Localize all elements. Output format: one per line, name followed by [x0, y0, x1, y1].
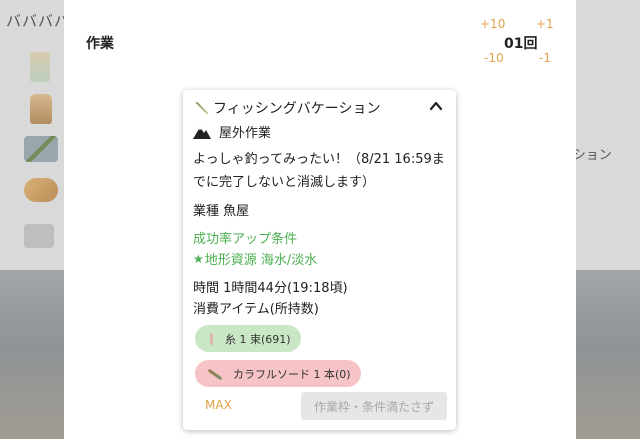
consume-item-label: 糸 1 束(691) — [225, 332, 291, 346]
consume-items-title: 消費アイテム(所持数) — [193, 302, 319, 317]
jar-icon — [30, 52, 50, 82]
dice-icon — [24, 224, 54, 248]
job-time: 時間 1時間44分(19:18頃) — [193, 281, 348, 296]
consume-item-label: カラフルソード 1 本(0) — [233, 367, 351, 381]
max-button[interactable]: MAX — [205, 398, 232, 412]
job-description: よっしゃ釣ってみったい！（8/21 16:59までに完了しないと消滅します） — [193, 152, 445, 190]
chevron-up-icon[interactable] — [428, 98, 444, 114]
success-condition-text: 地形資源 海水/淡水 — [204, 253, 318, 268]
thread-icon — [207, 332, 215, 346]
bottle-icon — [30, 94, 52, 124]
star-icon: ★ — [193, 251, 204, 266]
fishing-rod-icon — [193, 100, 209, 116]
job-title-row: フィッシングバケーション — [193, 98, 380, 118]
start-work-button[interactable]: 作業枠・条件満たさず — [301, 392, 447, 420]
decrement-10-button[interactable]: -10 — [484, 51, 504, 65]
repeat-count: 01回 — [504, 36, 538, 52]
colorful-sword-icon — [207, 367, 223, 381]
mountain-icon — [193, 126, 211, 139]
increment-1-button[interactable]: +1 — [536, 17, 554, 31]
background-title: ババババ — [6, 12, 71, 30]
bread-icon — [24, 178, 58, 202]
success-condition-title: 成功率アップ条件 — [193, 232, 298, 247]
job-card: フィッシングバケーション 屋外作業 よっしゃ釣ってみったい！（8/21 16:5… — [183, 90, 456, 430]
consume-item-chip: カラフルソード 1 本(0) — [195, 360, 361, 387]
decrement-1-button[interactable]: -1 — [539, 51, 551, 65]
job-type-row: 屋外作業 — [193, 122, 271, 141]
increment-10-button[interactable]: +10 — [480, 17, 505, 31]
dialog-title: 作業 — [86, 36, 114, 52]
sword-icon — [24, 136, 58, 162]
consume-item-chip: 糸 1 束(691) — [195, 325, 301, 352]
success-condition-item: ★ 地形資源 海水/淡水 — [193, 249, 318, 269]
job-industry: 業種 魚屋 — [193, 204, 250, 219]
job-type: 屋外作業 — [219, 126, 272, 141]
job-name: フィッシングバケーション — [213, 101, 381, 117]
